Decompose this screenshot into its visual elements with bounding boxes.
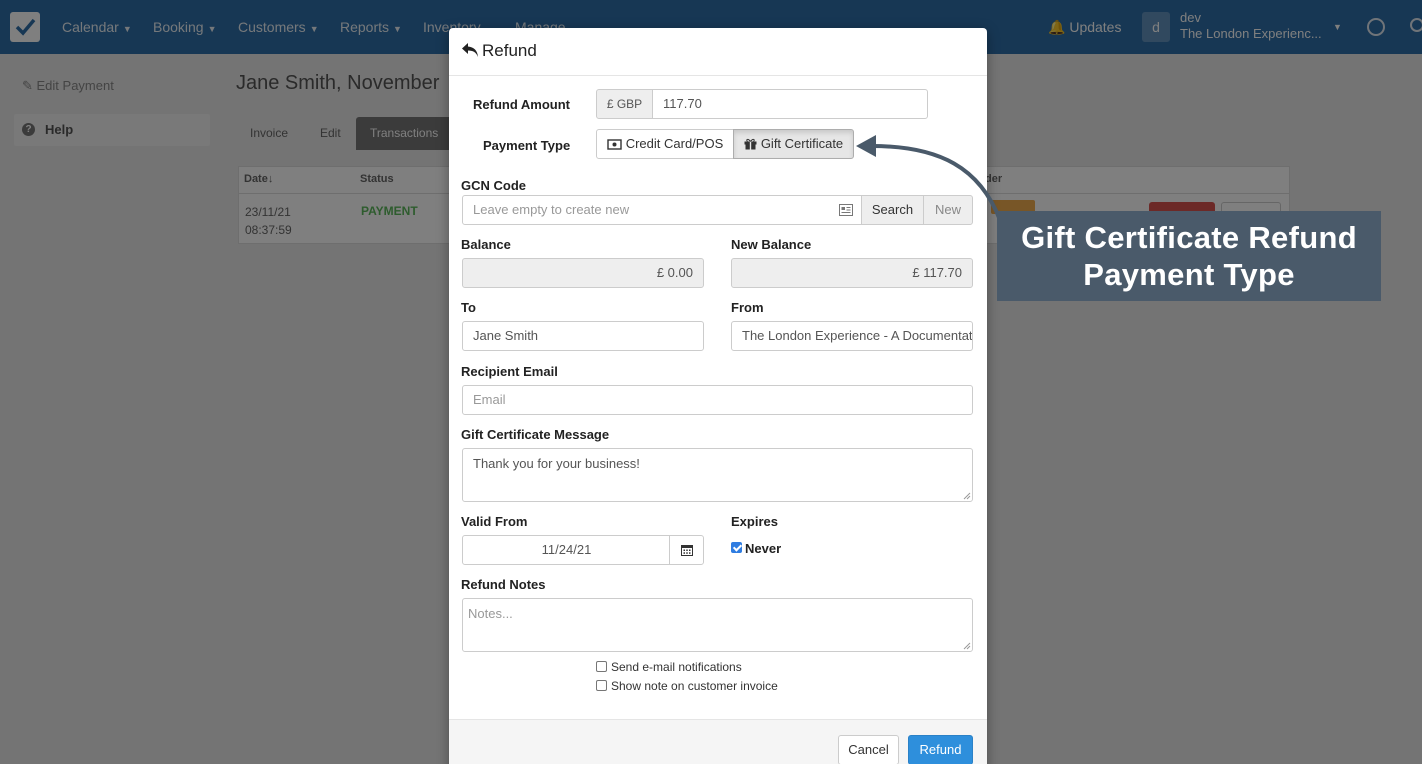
valid-from-input[interactable]: 11/24/21	[462, 535, 671, 565]
show-note-checkbox[interactable]	[596, 680, 607, 691]
callout-box: Gift Certificate Refund Payment Type	[997, 211, 1381, 301]
calendar-icon	[680, 545, 693, 556]
gift-icon	[744, 138, 757, 150]
calendar-button[interactable]	[669, 535, 704, 565]
payment-type-credit-card[interactable]: Credit Card/POS	[596, 129, 734, 159]
expires-label: Expires	[731, 514, 778, 529]
gift-message-textarea[interactable]: Thank you for your business!	[462, 448, 973, 502]
modal-footer: Cancel Refund	[449, 719, 987, 764]
callout-line-1: Gift Certificate Refund	[1021, 220, 1357, 255]
balance-label: Balance	[461, 237, 511, 252]
reply-arrow-icon	[462, 43, 478, 57]
payment-type-label: Payment Type	[483, 138, 571, 153]
new-balance-field: £ 117.70	[731, 258, 973, 288]
refund-notes-textarea[interactable]: Notes...	[462, 598, 973, 652]
modal-header: Refund	[449, 28, 987, 76]
gift-message-label: Gift Certificate Message	[461, 427, 610, 442]
valid-from-label: Valid From	[461, 514, 528, 529]
money-icon	[607, 139, 622, 150]
never-label: Never	[745, 541, 782, 556]
refund-notes-label: Refund Notes	[461, 577, 546, 592]
refund-amount-label: Refund Amount	[473, 97, 570, 112]
callout-arrow-icon	[856, 135, 1002, 221]
show-note-label: Show note on customer invoice	[611, 679, 778, 693]
gcn-code-input[interactable]: Leave empty to create new	[462, 195, 862, 225]
recipient-email-input[interactable]: Email	[462, 385, 973, 415]
refund-amount-input[interactable]: 117.70	[652, 89, 928, 119]
resize-grip-icon[interactable]	[963, 492, 971, 500]
modal-title: Refund	[461, 41, 537, 61]
callout-line-2: Payment Type	[1083, 257, 1295, 292]
cancel-button[interactable]: Cancel	[838, 735, 899, 764]
gcn-code-label: GCN Code	[461, 178, 526, 193]
currency-addon: £ GBP	[596, 89, 653, 119]
send-email-label: Send e-mail notifications	[611, 660, 742, 674]
refund-button[interactable]: Refund	[908, 735, 973, 764]
from-input[interactable]: The London Experience - A Documentat	[731, 321, 973, 351]
send-email-checkbox[interactable]	[596, 661, 607, 672]
payment-type-gift-certificate[interactable]: Gift Certificate	[733, 129, 854, 159]
from-label: From	[731, 300, 764, 315]
to-label: To	[461, 300, 476, 315]
resize-grip-icon[interactable]	[963, 642, 971, 650]
to-input[interactable]: Jane Smith	[462, 321, 704, 351]
balance-field: £ 0.00	[462, 258, 704, 288]
new-balance-label: New Balance	[731, 237, 812, 252]
recipient-email-label: Recipient Email	[461, 364, 558, 379]
never-checkbox[interactable]	[731, 542, 742, 553]
